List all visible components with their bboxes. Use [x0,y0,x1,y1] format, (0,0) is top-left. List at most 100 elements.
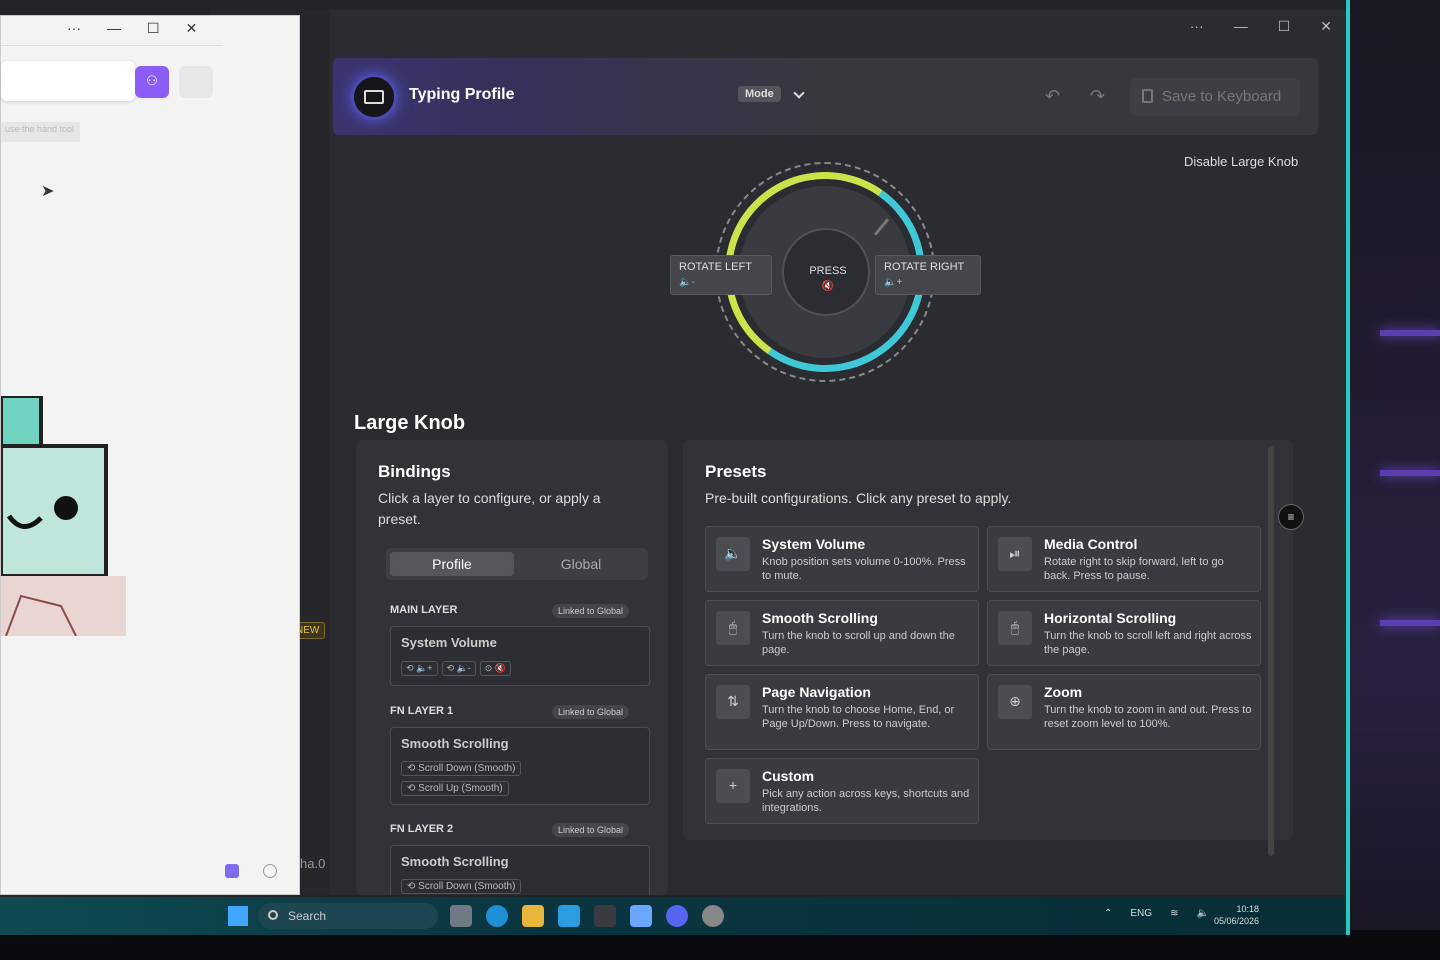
clock-time: 10:18 [1236,904,1260,914]
preset-desc: Turn the knob to scroll left and right a… [1044,630,1252,656]
preset-horizontal-scrolling[interactable]: 🖱 Horizontal Scrolling Turn the knob to … [987,600,1261,666]
clock[interactable]: 10:18 05/06/2026 [1214,903,1259,927]
browser-icon[interactable] [702,905,724,927]
undo-icon[interactable]: ↶ [1045,86,1060,107]
wifi-icon[interactable]: ≋ [1170,908,1178,919]
task-view-icon[interactable] [450,905,472,927]
keyboard-app-icon[interactable] [594,905,616,927]
canvas-drawing [1,396,126,636]
preset-system-volume[interactable]: 🔈 System Volume Knob position sets volum… [705,526,979,592]
arrows-up-down-icon: ⇅ [716,685,750,719]
window-controls: ··· — ☐ ✕ [1,16,223,46]
mode-badge[interactable]: Mode [738,86,781,102]
preset-desc: Turn the knob to scroll up and down the … [762,630,955,656]
rotate-right-button[interactable]: ROTATE RIGHT 🔈+ [875,255,981,295]
help-icon[interactable] [263,864,277,878]
press-button[interactable]: PRESS 🔇 [798,260,858,300]
rotate-left-button[interactable]: ROTATE LEFT 🔈- [670,255,772,295]
preset-title: Smooth Scrolling [762,610,878,626]
linked-badge: Linked to Global [552,823,630,837]
preset-desc: Turn the knob to choose Home, End, or Pa… [762,704,955,730]
disable-large-knob-link[interactable]: Disable Large Knob [1184,154,1298,169]
windows-start-icon[interactable] [228,906,248,926]
press-label: PRESS [809,265,847,277]
preset-smooth-scrolling[interactable]: 🖱 Smooth Scrolling Turn the knob to scro… [705,600,979,666]
bindings-title: Bindings [378,462,451,481]
share-icon[interactable]: ⚇ [135,66,169,98]
mouse-icon: 🖱 [716,611,750,645]
tool-hint: use the hand tool [1,122,81,142]
more-button[interactable]: ··· [1190,18,1204,35]
layer-binding-name: System Volume [401,635,497,650]
plus-icon: + [716,769,750,803]
lock-icon [1142,89,1153,103]
discord-icon[interactable] [666,905,688,927]
layer-card-fn1[interactable]: Smooth Scrolling ⟲ Scroll Down (Smooth) … [390,727,650,805]
play-pause-icon: ⏯ [998,537,1032,571]
ambient-light [1380,470,1440,476]
assistant-icon[interactable]: ≡ [1278,504,1304,530]
maximize-button[interactable]: ☐ [147,20,160,45]
monitor-bezel [1350,0,1440,960]
shield-icon[interactable] [225,864,239,878]
close-button[interactable]: ✕ [186,20,198,45]
window-controls: ··· — ☐ ✕ [1190,18,1332,35]
drawing-app-icon[interactable] [630,905,652,927]
taskbar: Search ⌃ ENG ≋ 🔈 10:18 05/06/2026 [0,897,1346,935]
zoom-icon: ⊕ [998,685,1032,719]
rotate-right-label: ROTATE RIGHT [884,261,965,273]
binding-chip: ⟲ 🔈+ [401,661,438,676]
more-button[interactable]: ··· [67,20,81,45]
presets-panel: Presets Pre-built configurations. Click … [683,440,1293,840]
tab-global[interactable]: Global [518,552,644,576]
ambient-light [1380,620,1440,626]
version-text: ha.0 [300,856,326,871]
search-icon [268,910,278,920]
bindings-panel: Bindings Click a layer to configure, or … [356,440,668,895]
mail-icon[interactable] [558,905,580,927]
preset-desc: Rotate right to skip forward, left to go… [1044,556,1224,582]
save-to-keyboard-button[interactable]: Save to Keyboard [1130,78,1300,116]
scrollbar[interactable] [1268,446,1274,856]
section-title: Large Knob [354,412,466,434]
presets-desc: Pre-built configurations. Click any pres… [705,490,1012,506]
preset-media-control[interactable]: ⏯ Media Control Rotate right to skip for… [987,526,1261,592]
binding-chip: ⟲ Scroll Down (Smooth) [401,761,522,776]
volume-icon[interactable]: 🔈 [1196,908,1208,919]
language-indicator[interactable]: ENG [1130,908,1152,919]
rotate-left-label: ROTATE LEFT [679,261,752,273]
preset-title: Media Control [1044,536,1138,552]
redo-icon[interactable]: ↷ [1090,86,1105,107]
binding-chip: ⟲ Scroll Down (Smooth) [401,879,522,894]
preset-zoom[interactable]: ⊕ Zoom Turn the knob to zoom in and out.… [987,674,1261,750]
layer-label: FN LAYER 1 [390,705,454,717]
volume-down-icon: 🔈- [679,277,695,288]
preset-title: Horizontal Scrolling [1044,610,1177,626]
preset-title: Zoom [1044,684,1083,700]
chevron-up-icon[interactable]: ⌃ [1104,908,1112,919]
close-button[interactable]: ✕ [1320,18,1332,35]
preset-title: System Volume [762,536,866,552]
profile-header: Typing Profile Mode ↶ ↷ Save to Keyboard [333,58,1318,135]
layer-card-main[interactable]: System Volume ⟲ 🔈+ ⟲ 🔈- ⊙ 🔇 [390,626,650,686]
minimize-button[interactable]: — [1234,18,1248,35]
profile-title: Typing Profile [409,86,515,103]
taskbar-search[interactable]: Search [258,903,438,929]
scope-toggle: Profile Global [386,548,648,580]
minimize-button[interactable]: — [107,20,121,45]
linked-badge: Linked to Global [552,705,630,719]
preset-page-navigation[interactable]: ⇅ Page Navigation Turn the knob to choos… [705,674,979,750]
bindings-desc: Click a layer to configure, or apply a p… [378,490,601,527]
taskbar-apps [450,905,724,927]
preset-custom[interactable]: + Custom Pick any action across keys, sh… [705,758,979,824]
panel-toggle-icon[interactable] [179,66,213,98]
volume-up-icon: 🔈+ [884,277,903,288]
binding-chip: ⟲ Scroll Up (Smooth) [401,781,509,796]
ambient-light [1380,330,1440,336]
maximize-button[interactable]: ☐ [1278,18,1291,35]
tab-profile[interactable]: Profile [390,552,514,576]
file-explorer-icon[interactable] [522,905,544,927]
edge-icon[interactable] [486,905,508,927]
layer-binding-name: Smooth Scrolling [401,736,509,751]
layer-card-fn2[interactable]: Smooth Scrolling ⟲ Scroll Down (Smooth) [390,845,650,895]
